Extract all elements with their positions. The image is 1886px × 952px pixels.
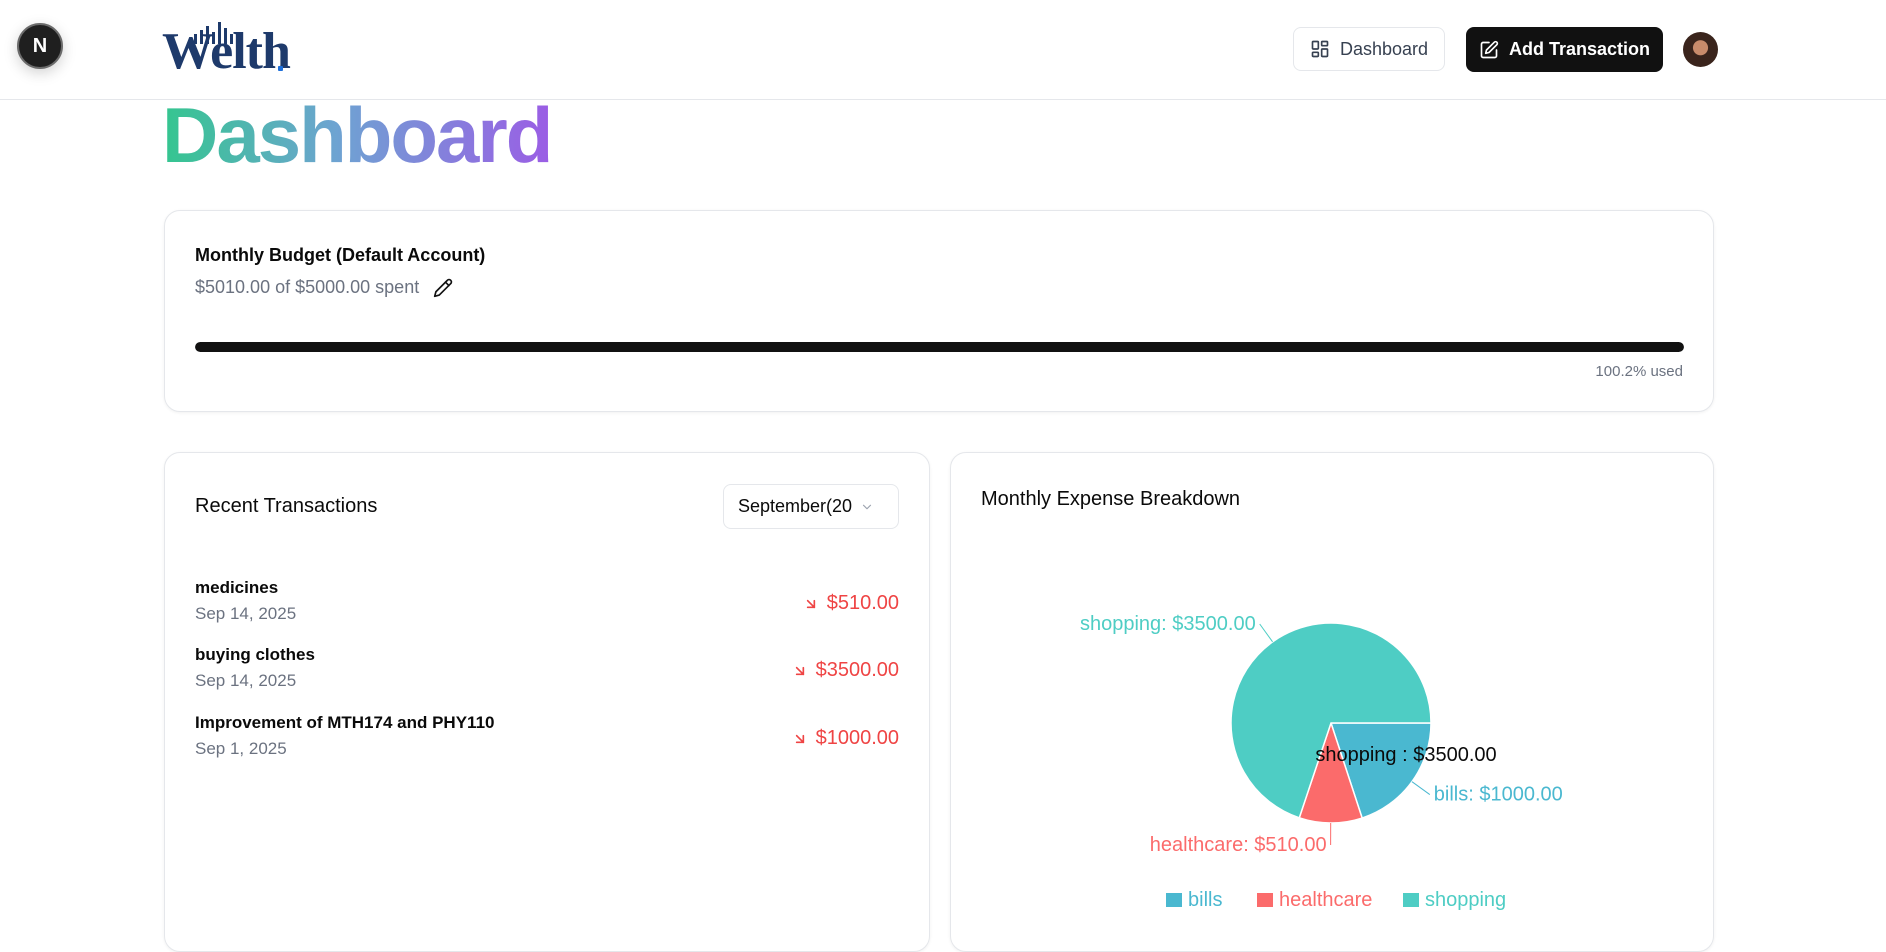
transaction-description: buying clothes xyxy=(195,645,315,665)
arrow-down-right-icon xyxy=(803,596,819,612)
expense-breakdown-card: Monthly Expense Breakdown bills: $1000.0… xyxy=(950,452,1714,952)
transaction-date: Sep 14, 2025 xyxy=(195,604,296,624)
transaction-amount-value: $3500.00 xyxy=(816,659,899,682)
transaction-row[interactable]: Improvement of MTH174 and PHY110 Sep 1, … xyxy=(195,713,899,765)
budget-progress-bar xyxy=(195,342,1684,352)
transaction-description: Improvement of MTH174 and PHY110 xyxy=(195,713,494,733)
transaction-amount: $1000.00 xyxy=(792,727,899,750)
month-select[interactable]: September(2025) xyxy=(723,484,899,529)
pie-tooltip: shopping : $3500.00 xyxy=(1315,744,1496,766)
page-title: Dashboard xyxy=(162,96,551,174)
transaction-date: Sep 1, 2025 xyxy=(195,739,287,759)
legend-swatch-bills xyxy=(1166,893,1182,907)
legend-swatch-healthcare xyxy=(1257,893,1273,907)
arrow-down-right-icon xyxy=(792,731,808,747)
transaction-description: medicines xyxy=(195,578,278,598)
budget-progress-fill xyxy=(195,342,1684,352)
pie-legend: bills healthcare shopping xyxy=(1166,889,1506,911)
chevron-down-icon xyxy=(860,500,874,514)
user-avatar[interactable] xyxy=(1683,32,1718,67)
legend-label-bills[interactable]: bills xyxy=(1188,889,1222,911)
recent-transactions-title: Recent Transactions xyxy=(195,495,377,518)
dashboard-button[interactable]: Dashboard xyxy=(1293,27,1445,71)
expense-pie-chart[interactable]: bills: $1000.00 healthcare: $510.00 shoppi… xyxy=(951,453,1715,921)
pen-square-icon xyxy=(1479,40,1499,60)
layout-dashboard-icon xyxy=(1310,39,1330,59)
legend-label-healthcare[interactable]: healthcare xyxy=(1279,889,1372,911)
month-select-value: September(2025) xyxy=(738,496,852,517)
dashboard-button-label: Dashboard xyxy=(1340,39,1428,60)
badge-letter: N xyxy=(33,35,47,58)
recent-transactions-card: Recent Transactions September(2025) medi… xyxy=(164,452,930,952)
budget-spent-row: $5010.00 of $5000.00 spent xyxy=(195,277,453,298)
budget-title: Monthly Budget (Default Account) xyxy=(195,245,485,266)
edit-budget-pencil-icon[interactable] xyxy=(433,278,453,298)
legend-swatch-shopping xyxy=(1403,893,1419,907)
budget-card: Monthly Budget (Default Account) $5010.0… xyxy=(164,210,1714,412)
pie-leader-line xyxy=(1412,782,1430,795)
framework-badge[interactable]: N xyxy=(17,23,63,69)
transaction-row[interactable]: medicines Sep 14, 2025 $510.00 xyxy=(195,578,899,630)
budget-used-text: 100.2% used xyxy=(1595,363,1683,380)
transaction-amount: $510.00 xyxy=(803,592,899,615)
transaction-amount: $3500.00 xyxy=(792,659,899,682)
logo-text: Welth xyxy=(162,26,290,78)
pie-slice-label: bills: $1000.00 xyxy=(1434,784,1563,806)
legend-label-shopping[interactable]: shopping xyxy=(1425,889,1506,911)
arrow-down-right-icon xyxy=(792,663,808,679)
budget-spent-text: $5010.00 of $5000.00 spent xyxy=(195,277,419,298)
top-header: N Welth Dashboard Add Transaction xyxy=(0,0,1886,100)
pie-leader-line xyxy=(1260,624,1273,642)
transaction-row[interactable]: buying clothes Sep 14, 2025 $3500.00 xyxy=(195,645,899,697)
transaction-amount-value: $1000.00 xyxy=(816,727,899,750)
logo-dot xyxy=(278,66,283,71)
transaction-date: Sep 14, 2025 xyxy=(195,671,296,691)
welth-logo[interactable]: Welth xyxy=(162,20,292,80)
add-transaction-button[interactable]: Add Transaction xyxy=(1466,27,1663,72)
pie-slice-label: healthcare: $510.00 xyxy=(1150,834,1327,856)
transaction-amount-value: $510.00 xyxy=(827,592,899,615)
add-transaction-label: Add Transaction xyxy=(1509,39,1650,60)
pie-slice-label: shopping: $3500.00 xyxy=(1080,613,1256,635)
